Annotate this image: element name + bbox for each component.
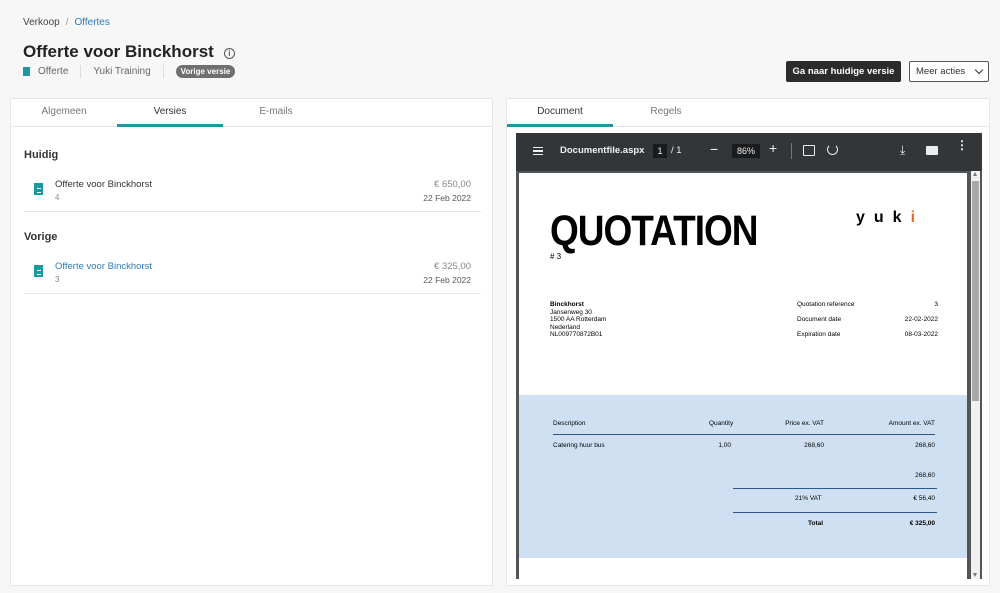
customer-address: Binckhorst Jansenweg 30 1500 AA Rotterda… [550, 301, 606, 339]
header-quantity: Quantity [709, 420, 734, 427]
left-tabs: Algemeen Versies E-mails [11, 99, 492, 127]
address-line: Jansenweg 30 [550, 308, 592, 316]
ref-value: 08-03-2022 [904, 331, 938, 338]
quotation-number: # 3 [550, 252, 562, 261]
tab-emails[interactable]: E-mails [223, 99, 329, 126]
company-logo: yuki [856, 209, 924, 227]
address-line: 1500 AA Rotterdam [550, 316, 607, 323]
download-icon[interactable]: ⤓ [900, 143, 905, 158]
quotation-table: Description Quantity Price ex. VAT Amoun… [519, 395, 967, 558]
quotation-title: QUOTATION [550, 207, 758, 255]
rotate-icon[interactable] [827, 144, 838, 155]
toolbar-divider [791, 143, 792, 159]
breadcrumb: Verkoop / Offertes [23, 17, 110, 28]
version-date: 22 Feb 2022 [423, 275, 471, 285]
address-line: NL009770872B01 [550, 331, 603, 338]
scroll-up-icon[interactable] [973, 172, 977, 176]
row-amount: 268,60 [915, 442, 935, 449]
meta-company: Yuki Training [93, 65, 164, 78]
ref-value: 22-02-2022 [904, 316, 938, 323]
row-description: Catering huur bus [553, 442, 605, 449]
page-title-text: Offerte voor Binckhorst [23, 42, 214, 61]
menu-icon[interactable] [533, 147, 543, 155]
subtotal-value: 268,60 [915, 472, 935, 479]
page-number-input[interactable]: 1 [653, 144, 667, 158]
tab-regels[interactable]: Regels [613, 99, 719, 126]
version-number: 4 [55, 193, 60, 202]
pdf-scrollbar[interactable] [971, 171, 980, 579]
row-price: 268,60 [804, 442, 824, 449]
row-quantity: 1,00 [718, 442, 731, 449]
version-name: Offerte voor Binckhorst [55, 179, 152, 190]
page-title: Offerte voor Binckhorst i [23, 42, 235, 62]
page-total: / 1 [671, 145, 682, 156]
right-panel: Document Regels Documentfile.aspx 1 / 1 … [506, 98, 990, 586]
fit-page-icon[interactable] [803, 145, 815, 156]
total-label: Total [808, 520, 824, 527]
pdf-toolbar: Documentfile.aspx 1 / 1 − 86% + ⤓ ⋮ [516, 133, 982, 171]
header-amount: Amount ex. VAT [888, 420, 935, 427]
breadcrumb-offertes[interactable]: Offertes [74, 17, 109, 28]
table-rule [733, 488, 937, 489]
vat-label: 21% VAT [795, 495, 822, 502]
version-name-link[interactable]: Offerte voor Binckhorst [55, 261, 152, 272]
document-icon [23, 67, 30, 76]
tab-versies[interactable]: Versies [117, 99, 223, 127]
left-panel: Algemeen Versies E-mails Huidig Offerte … [10, 98, 493, 586]
file-icon [34, 265, 43, 277]
version-row-current[interactable]: Offerte voor Binckhorst 4 € 650,00 22 Fe… [24, 175, 481, 212]
logo-accent: i [910, 209, 925, 226]
version-date: 22 Feb 2022 [423, 193, 471, 203]
table-rule [733, 512, 937, 513]
section-previous: Vorige [24, 231, 58, 243]
page-total-value: 1 [676, 145, 682, 156]
ref-label: Quotation reference [797, 301, 855, 308]
more-actions-label: Meer acties [916, 66, 966, 77]
print-icon[interactable] [926, 146, 938, 155]
scrollbar-thumb[interactable] [972, 181, 979, 401]
file-icon [34, 183, 43, 195]
meta-type: Offerte [38, 65, 82, 78]
zoom-out-icon[interactable]: − [710, 141, 718, 157]
zoom-input[interactable]: 86% [732, 144, 760, 158]
ref-label: Document date [797, 316, 842, 323]
tab-algemeen[interactable]: Algemeen [11, 99, 117, 126]
ref-row: Document date 22-02-2022 [797, 316, 938, 323]
zoom-in-icon[interactable]: + [769, 140, 777, 156]
header-description: Description [553, 420, 586, 427]
info-icon[interactable]: i [223, 47, 235, 59]
chevron-down-icon [974, 65, 984, 74]
more-options-icon[interactable]: ⋮ [956, 139, 968, 151]
breadcrumb-separator: / [65, 17, 69, 28]
ref-row: Quotation reference 3 [797, 301, 938, 308]
more-actions-dropdown[interactable]: Meer acties [909, 61, 989, 82]
version-row-previous[interactable]: Offerte voor Binckhorst 3 € 325,00 22 Fe… [24, 257, 481, 294]
pdf-filename: Documentfile.aspx [560, 145, 645, 156]
version-number: 3 [55, 275, 60, 284]
document-meta: Offerte Yuki Training Vorige versie [23, 65, 236, 78]
right-tabs: Document Regels [507, 99, 989, 127]
version-badge: Vorige versie [175, 65, 236, 78]
breadcrumb-verkoop[interactable]: Verkoop [23, 17, 60, 28]
vat-value: € 56,40 [913, 495, 935, 502]
scroll-down-icon[interactable] [973, 573, 977, 577]
header-price: Price ex. VAT [785, 420, 824, 427]
ref-row: Expiration date 08-03-2022 [797, 331, 938, 338]
address-line: Nederland [550, 323, 580, 331]
table-header: Description Quantity Price ex. VAT Amoun… [553, 420, 935, 435]
section-current: Huidig [24, 149, 59, 161]
pdf-page: QUOTATION yuki # 3 Binckhorst Jansenweg … [519, 173, 967, 579]
ref-value: 3 [934, 301, 938, 308]
total-value: € 325,00 [909, 520, 935, 527]
ref-label: Expiration date [797, 331, 841, 338]
logo-text: yuki [856, 209, 925, 226]
address-name: Binckhorst [550, 301, 584, 308]
version-amount: € 650,00 [434, 179, 471, 190]
tab-document[interactable]: Document [507, 99, 613, 127]
quotation-references: Quotation reference 3 Document date 22-02-… [797, 301, 938, 346]
version-amount: € 325,00 [434, 261, 471, 272]
pdf-viewer: Documentfile.aspx 1 / 1 − 86% + ⤓ ⋮ QUOT… [516, 133, 982, 579]
go-to-current-version-button[interactable]: Ga naar huidige versie [786, 61, 901, 82]
